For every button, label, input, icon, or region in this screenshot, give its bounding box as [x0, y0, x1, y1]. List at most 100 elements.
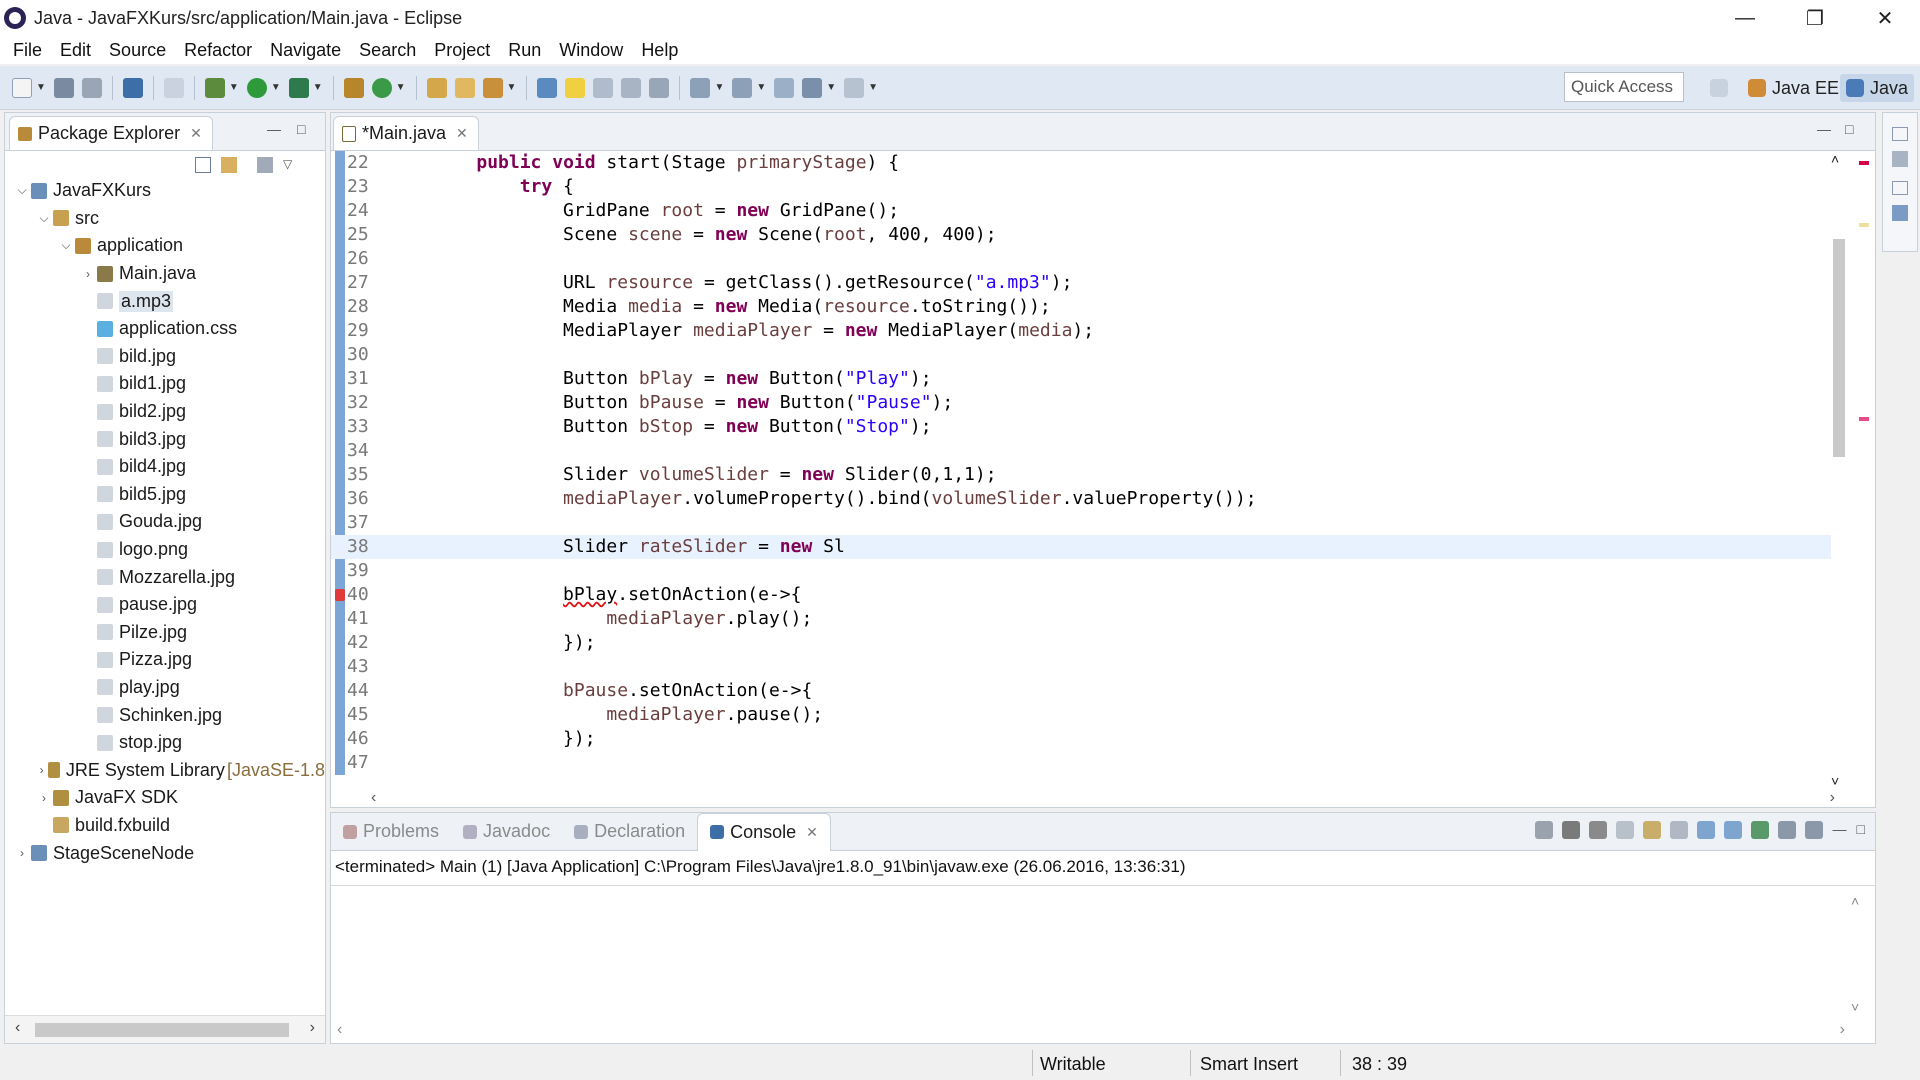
open-task-icon[interactable] [454, 77, 475, 98]
collapse-all-icon[interactable] [195, 157, 211, 173]
open-perspective-button[interactable] [1710, 74, 1734, 102]
scroll-left-icon[interactable]: ‹ [15, 1019, 20, 1037]
editor-vscrollbar[interactable]: ˄ ˅ [1829, 151, 1849, 789]
code-line[interactable]: 33 Button bStop = new Button("Stop"); [331, 415, 1831, 439]
tree-item[interactable]: bild4.jpg [5, 453, 325, 481]
code-line[interactable]: 46 }); [331, 727, 1831, 751]
scroll-down-icon[interactable]: ˅ [1831, 773, 1839, 789]
last-edit-location-icon[interactable] [774, 77, 795, 98]
task-list-icon[interactable] [1892, 205, 1908, 221]
menu-file[interactable]: File [4, 40, 51, 61]
scroll-down-icon[interactable]: ˅ [1851, 999, 1859, 1015]
menu-search[interactable]: Search [350, 40, 425, 61]
run-dropdown-icon[interactable]: ▼ [271, 82, 281, 93]
mark-occurrences-icon[interactable] [565, 77, 586, 98]
code-line[interactable]: 43 [331, 655, 1831, 679]
new-java-class-icon[interactable] [371, 77, 392, 98]
tree-item[interactable]: bild3.jpg [5, 425, 325, 453]
console-hscrollbar[interactable]: ‹ › [337, 1021, 1845, 1039]
close-button[interactable]: ✕ [1850, 0, 1920, 36]
link-with-editor-icon[interactable] [221, 157, 237, 173]
save-icon[interactable] [53, 77, 74, 98]
minimize-view-icon[interactable]: — [1833, 821, 1847, 839]
perspective-java[interactable]: Java [1840, 74, 1915, 102]
chevron-right-icon[interactable]: › [13, 846, 31, 860]
console-view-icon[interactable] [122, 77, 143, 98]
chevron-right-icon[interactable]: › [79, 267, 97, 281]
tab-problems[interactable]: Problems [331, 813, 451, 851]
code-line[interactable]: 25 Scene scene = new Scene(root, 400, 40… [331, 223, 1831, 247]
minimize-button[interactable]: — [1710, 0, 1780, 36]
outline-icon[interactable] [1892, 151, 1908, 167]
tree-item[interactable]: Gouda.jpg [5, 508, 325, 536]
editor-hscrollbar[interactable]: ‹ › [371, 789, 1835, 807]
run-icon[interactable] [246, 77, 267, 98]
tree-item[interactable]: › StageSceneNode [5, 839, 325, 867]
quick-access-input[interactable]: Quick Access [1564, 72, 1684, 102]
code-line[interactable]: 22 public void start(Stage primaryStage)… [331, 151, 1831, 175]
new-class-dropdown-icon[interactable]: ▼ [396, 82, 406, 93]
scroll-thumb[interactable] [35, 1023, 289, 1037]
menu-run[interactable]: Run [499, 40, 550, 61]
toggle-breadcrumb-icon[interactable] [537, 77, 558, 98]
search-tool-icon[interactable] [482, 77, 503, 98]
menu-project[interactable]: Project [425, 40, 499, 61]
scroll-right-icon[interactable]: › [310, 1019, 315, 1037]
chevron-right-icon[interactable]: › [35, 763, 48, 777]
package-explorer-hscrollbar[interactable]: ‹ › [5, 1015, 325, 1043]
clear-console-icon[interactable] [1615, 821, 1634, 839]
code-line[interactable]: 42 }); [331, 631, 1831, 655]
chevron-down-icon[interactable]: ⌵ [13, 183, 31, 198]
tree-item[interactable]: bild2.jpg [5, 398, 325, 426]
code-line[interactable]: 41 mediaPlayer.play(); [331, 607, 1831, 631]
warning-overview-marker[interactable] [1859, 223, 1869, 227]
open-console-icon[interactable] [1804, 821, 1823, 839]
view-menu-icon[interactable]: ▽ [283, 157, 292, 173]
restore-icon[interactable] [1892, 127, 1908, 141]
menu-help[interactable]: Help [632, 40, 687, 61]
tree-item[interactable]: Pizza.jpg [5, 646, 325, 674]
menu-navigate[interactable]: Navigate [261, 40, 350, 61]
chevron-down-icon[interactable]: ⌵ [57, 238, 75, 253]
chevron-down-icon[interactable]: ⌵ [35, 211, 53, 226]
maximize-view-icon[interactable]: □ [1857, 821, 1865, 839]
forward-dropdown-icon[interactable]: ▼ [868, 82, 878, 93]
code-line[interactable]: 29 MediaPlayer mediaPlayer = new MediaPl… [331, 319, 1831, 343]
code-line[interactable]: 28 Media media = new Media(resource.toSt… [331, 295, 1831, 319]
menu-edit[interactable]: Edit [51, 40, 100, 61]
code-line[interactable]: 36 mediaPlayer.volumeProperty().bind(vol… [331, 487, 1831, 511]
code-line[interactable]: 32 Button bPause = new Button("Pause"); [331, 391, 1831, 415]
code-line[interactable]: 40 bPlay.setOnAction(e->{ [331, 583, 1831, 607]
code-line[interactable]: 31 Button bPlay = new Button("Play"); [331, 367, 1831, 391]
new-icon[interactable] [12, 77, 32, 98]
console-vscrollbar[interactable]: ˄ ˅ [1851, 893, 1867, 1015]
forward-icon[interactable] [844, 77, 865, 98]
menu-source[interactable]: Source [100, 40, 175, 61]
show-whitespace-icon[interactable] [649, 77, 670, 98]
close-icon[interactable]: ✕ [456, 125, 468, 142]
minimize-view-icon[interactable]: — [267, 121, 281, 137]
code-line[interactable]: 44 bPause.setOnAction(e->{ [331, 679, 1831, 703]
tree-item[interactable]: stop.jpg [5, 729, 325, 757]
tree-item[interactable]: bild1.jpg [5, 370, 325, 398]
close-icon[interactable]: ✕ [190, 125, 202, 142]
tree-item[interactable]: ⌵ JavaFXKurs [5, 177, 325, 205]
save-all-icon[interactable] [81, 77, 102, 98]
status-insert-mode[interactable]: Smart Insert [1200, 1054, 1298, 1075]
new-java-package-icon[interactable] [343, 77, 364, 98]
remove-all-terminated-icon[interactable] [1588, 821, 1607, 839]
new-dropdown-icon[interactable]: ▼ [36, 82, 46, 93]
code-area[interactable]: ˄ ˅ 22 public void start(Stage primarySt… [331, 151, 1875, 789]
code-line[interactable]: 23 try { [331, 175, 1831, 199]
scroll-left-icon[interactable]: ‹ [337, 1021, 342, 1039]
pin-console-icon[interactable] [1750, 821, 1769, 839]
tree-item[interactable]: bild.jpg [5, 343, 325, 371]
tree-item[interactable]: Pilze.jpg [5, 619, 325, 647]
previous-annotation-dropdown-icon[interactable]: ▼ [756, 82, 766, 93]
chevron-right-icon[interactable]: › [35, 791, 53, 805]
tree-item[interactable]: Schinken.jpg [5, 701, 325, 729]
focus-icon[interactable] [257, 157, 273, 173]
next-annotation-icon[interactable] [690, 77, 711, 98]
tree-item[interactable]: logo.png [5, 536, 325, 564]
display-console-icon[interactable] [1777, 821, 1796, 839]
